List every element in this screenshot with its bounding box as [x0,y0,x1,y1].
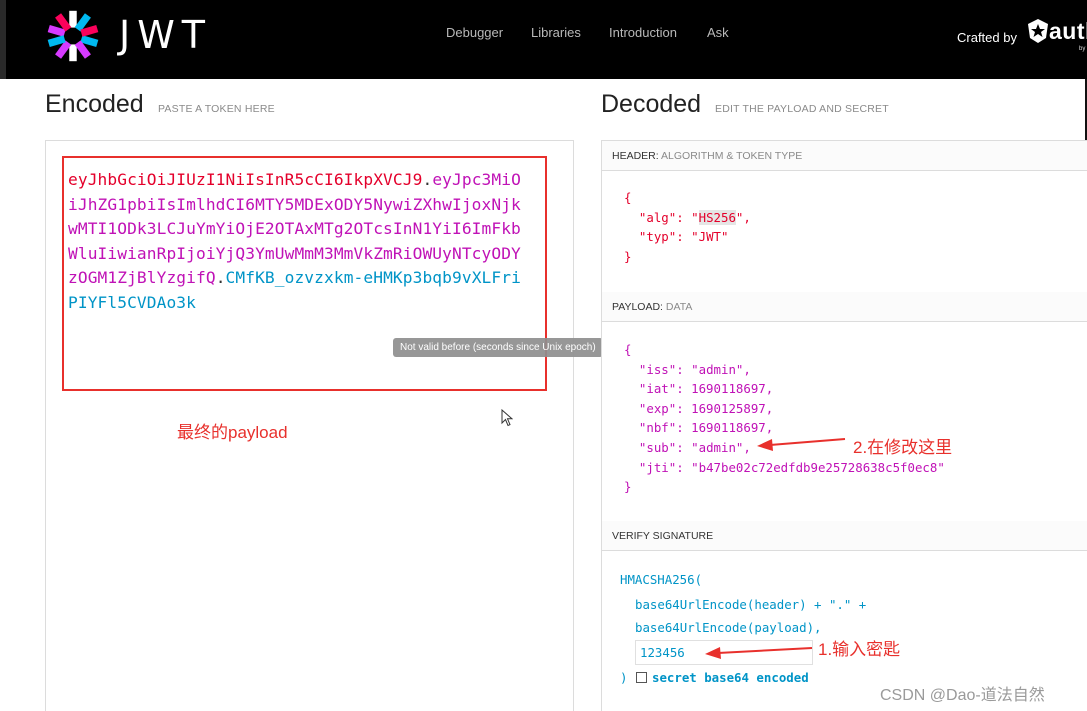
json-brace: { [624,190,632,205]
brand-wordmark[interactable]: JWT [119,13,212,57]
header-section-label: HEADER: [612,150,659,162]
json-brace: { [624,342,632,357]
exp-value[interactable]: 1690125897 [691,401,766,416]
decoded-subtitle: EDIT THE PAYLOAD AND SECRET [715,103,889,115]
verify-section-bar: VERIFY SIGNATURE [602,521,1087,551]
sub-value[interactable]: admin [699,440,736,455]
nav-ask[interactable]: Ask [707,25,729,40]
top-navigation-bar: JWT Debugger Libraries Introduction Ask … [0,0,1087,79]
secret-base64-label[interactable]: secret base64 encoded [652,670,809,685]
encoded-subtitle: PASTE A TOKEN HERE [158,103,275,115]
nav-introduction[interactable]: Introduction [609,25,677,40]
secret-input[interactable]: 123456 [635,640,813,665]
window-edge [0,0,6,79]
auth0-logo-icon[interactable] [1027,18,1049,44]
header-section-bar: HEADER: ALGORITHM & TOKEN TYPE [602,141,1087,171]
payload-section-bar: PAYLOAD: DATA [602,292,1087,322]
typ-value[interactable]: JWT [699,229,721,244]
crafted-by-label: Crafted by [957,30,1017,45]
payload-section-sub: DATA [665,301,693,313]
alg-value[interactable]: HS256 [698,209,736,225]
auth0-wordmark[interactable]: auth [1049,18,1087,45]
annotation-final-payload: 最终的payload [177,423,288,442]
verify-fn-name: HMACSHA256( [620,572,703,587]
decoded-title: Decoded [601,90,702,118]
json-brace: } [624,248,632,264]
csdn-watermark: CSDN @Dao-道法自然 [880,687,1045,704]
payload-json-editor[interactable]: { "iss": "admin", "iat": 1690118697, "ex… [624,340,945,497]
nbf-value[interactable]: 1690118697 [691,420,766,435]
verify-line-header: base64UrlEncode(header) + "." + [635,597,867,612]
auth0-by-label: by [1079,46,1086,52]
verify-section-label: VERIFY SIGNATURE [612,530,714,542]
iss-value[interactable]: admin [699,362,736,377]
jwt-logo-icon[interactable] [44,8,102,64]
nav-libraries[interactable]: Libraries [531,25,581,40]
annotation-enter-secret: 1.输入密匙 [818,640,901,659]
nav-debugger[interactable]: Debugger [446,25,503,40]
json-brace: } [624,479,632,495]
header-json-editor[interactable]: { "alg": "HS256", "typ": "JWT" } [624,188,751,266]
verify-close-paren: ) [620,670,628,685]
mouse-cursor-icon [501,409,513,427]
jti-value[interactable]: b47be02c72edfdb9e25728638c5f0ec8 [699,460,938,475]
iat-value[interactable]: 1690118697 [691,381,766,396]
encoded-title: Encoded [45,90,144,118]
payload-section-label: PAYLOAD: [612,301,663,313]
header-section-sub: ALGORITHM & TOKEN TYPE [661,150,803,162]
verify-line-payload: base64UrlEncode(payload), [635,620,822,635]
secret-base64-checkbox[interactable] [636,672,647,683]
nbf-tooltip: Not valid before (seconds since Unix epo… [393,338,603,357]
annotation-modify-here: 2.在修改这里 [853,438,953,457]
